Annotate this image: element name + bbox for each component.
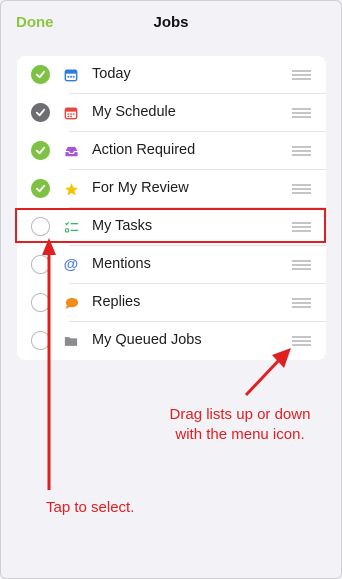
drag-annotation-line2: with the menu icon. <box>175 426 305 443</box>
tap-annotation: Tap to select. <box>46 499 135 516</box>
drag-annotation: Drag lists up or down with the menu icon… <box>150 405 330 445</box>
drag-annotation-line1: Drag lists up or down <box>169 406 311 423</box>
tap-arrowhead <box>42 238 56 255</box>
drag-arrow-line <box>244 356 283 397</box>
annotation-arrows <box>42 238 291 490</box>
